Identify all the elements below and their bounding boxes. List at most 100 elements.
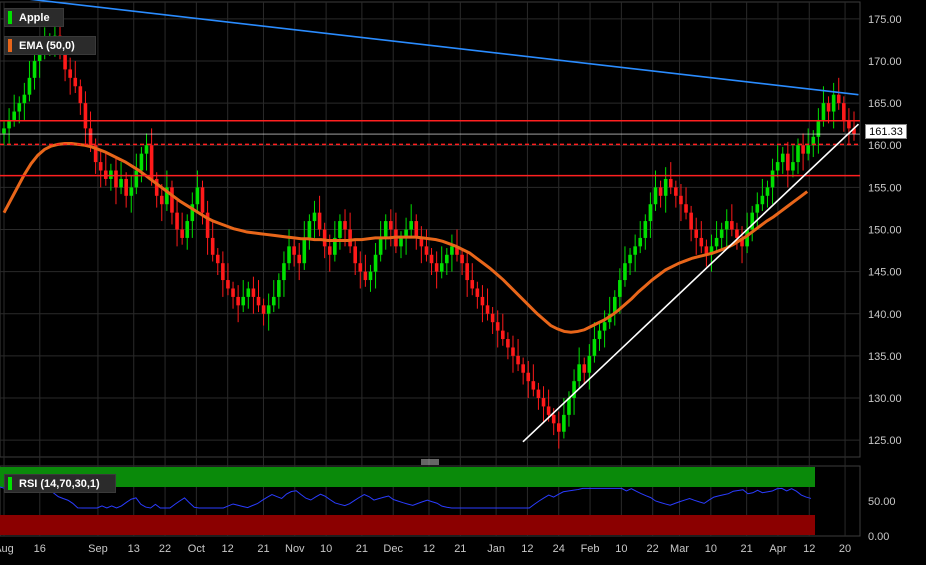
candle-body: [485, 305, 490, 314]
candle-body: [180, 229, 184, 238]
legend-rsi-swatch: [8, 477, 12, 490]
candle-body: [434, 263, 439, 272]
candle-body: [261, 305, 266, 314]
candle-body: [2, 128, 6, 134]
x-tick-label: 12: [521, 543, 533, 555]
x-tick-label: Aug: [0, 543, 14, 555]
candle-body: [292, 246, 296, 255]
candle-body: [159, 195, 164, 205]
candle-body: [770, 170, 775, 188]
candle-body: [266, 305, 271, 314]
candle-body: [256, 296, 261, 306]
candle-body: [103, 170, 108, 179]
candle-body: [684, 204, 688, 213]
y-tick-label: 165.00: [868, 98, 902, 110]
candle-body: [602, 322, 607, 331]
y-tick-label: 175.00: [868, 14, 902, 26]
panel-splitter-handle[interactable]: [420, 459, 440, 465]
candle-body: [226, 280, 230, 289]
candle-body: [719, 229, 724, 238]
candle-body: [353, 246, 357, 264]
rsi-y-tick-label: 50.00: [868, 496, 896, 508]
x-tick-label: 10: [320, 543, 332, 555]
legend-rsi[interactable]: RSI (14,70,30,1): [4, 474, 116, 493]
candle-body: [516, 355, 520, 365]
candle-body: [623, 263, 627, 281]
candle-body: [170, 187, 174, 213]
candle-body: [658, 187, 663, 196]
candle-body: [765, 187, 770, 196]
candle-body: [302, 237, 307, 264]
x-tick-label: 22: [647, 543, 659, 555]
candle-body: [648, 204, 653, 222]
candle-body: [587, 355, 592, 373]
candle-body: [679, 195, 683, 205]
legend-ema-label: EMA (50,0): [19, 40, 75, 52]
candle-body: [775, 162, 780, 171]
candle-body: [236, 296, 240, 306]
legend-rsi-label: RSI (14,70,30,1): [19, 478, 100, 490]
candle-body: [322, 229, 327, 247]
candle-body: [562, 414, 566, 432]
candle-body: [378, 237, 383, 255]
candle-body: [175, 212, 179, 230]
legend-ema[interactable]: EMA (50,0): [4, 36, 96, 55]
candle-body: [521, 364, 525, 373]
candle-body: [699, 237, 704, 247]
candle-body: [674, 187, 678, 196]
x-tick-label: 22: [159, 543, 171, 555]
candle-body: [414, 221, 419, 238]
candle-body: [210, 237, 215, 255]
candle-body: [389, 221, 393, 230]
candle-body: [821, 103, 826, 120]
candle-body: [735, 229, 739, 238]
candle-body: [27, 77, 32, 95]
candle-body: [271, 296, 276, 306]
candle-body: [460, 254, 464, 264]
candle-body: [383, 221, 388, 238]
candle-body: [12, 111, 16, 120]
candle-body: [221, 263, 225, 281]
candle-body: [200, 187, 205, 213]
candle-body: [755, 204, 760, 213]
candle-body: [450, 246, 454, 255]
candle-body: [195, 187, 200, 205]
candle-body: [597, 330, 602, 340]
candle-body: [556, 423, 561, 432]
y-tick-label: 160.00: [868, 140, 902, 152]
candle-body: [241, 296, 246, 306]
candle-body: [806, 145, 810, 154]
last-price-tag: 161.33: [865, 124, 907, 139]
y-tick-label: 150.00: [868, 225, 902, 237]
candle-body: [531, 381, 536, 390]
candle-body: [429, 254, 434, 264]
x-tick-label: 21: [741, 543, 753, 555]
x-tick-label: 21: [454, 543, 466, 555]
candle-body: [124, 178, 128, 196]
y-tick-label: 170.00: [868, 56, 902, 68]
candle-body: [495, 322, 500, 331]
rsi-y-tick-label: 0.00: [868, 531, 889, 543]
candle-body: [98, 162, 103, 171]
candle-body: [526, 372, 531, 382]
candle-body: [541, 398, 546, 407]
legend-apple[interactable]: Apple: [4, 8, 64, 27]
y-tick-label: 130.00: [868, 393, 902, 405]
candle-body: [88, 128, 93, 146]
x-tick-label: 12: [222, 543, 234, 555]
candle-body: [490, 313, 495, 323]
candle-body: [32, 60, 37, 78]
candle-body: [730, 221, 734, 230]
x-tick-label: 21: [257, 543, 269, 555]
candle-body: [149, 145, 154, 179]
candle-body: [282, 263, 286, 281]
candle-body: [114, 170, 118, 188]
candle-body: [475, 288, 480, 297]
candle-body: [801, 145, 805, 154]
x-tick-label: 21: [356, 543, 368, 555]
candle-body: [694, 229, 699, 238]
candle-body: [358, 263, 363, 272]
y-tick-label: 145.00: [868, 267, 902, 279]
candle-body: [501, 330, 505, 340]
candle-body: [842, 103, 846, 120]
